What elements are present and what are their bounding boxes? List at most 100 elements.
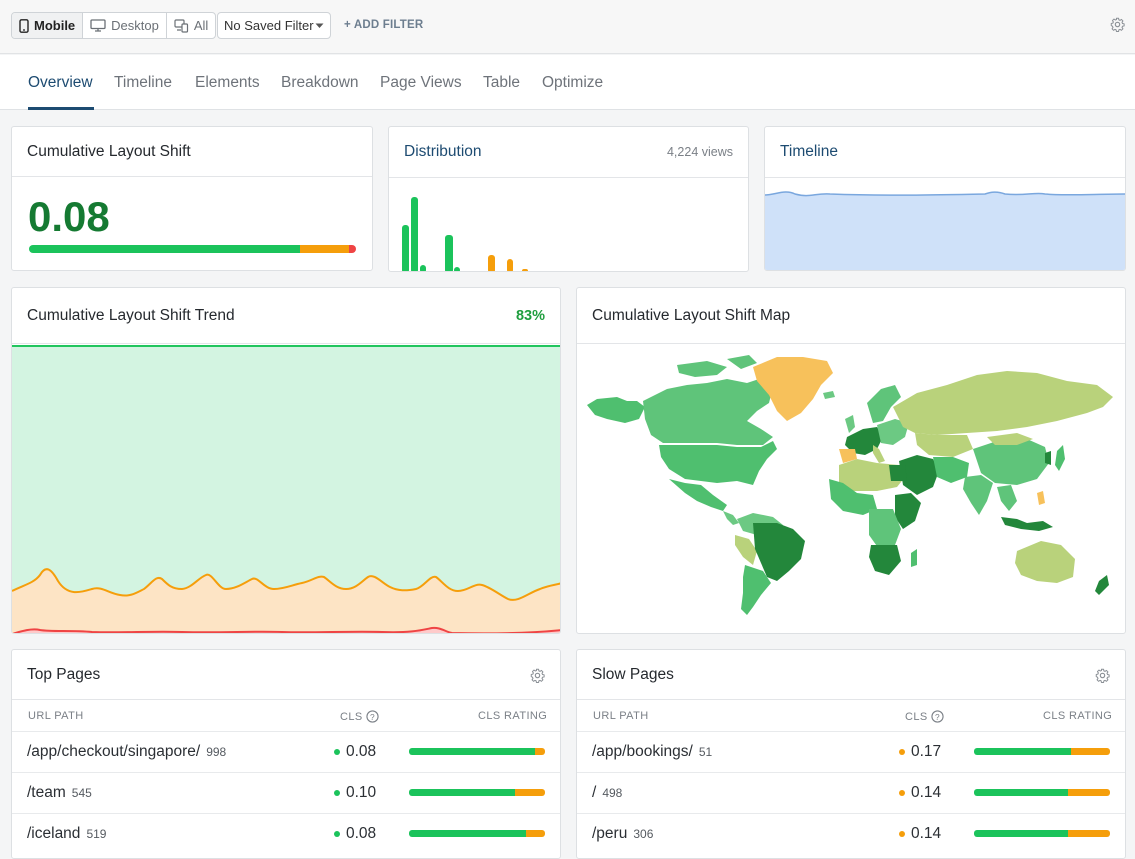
page-view-count: 998 <box>206 745 227 759</box>
url-path[interactable]: / 498 <box>592 784 622 802</box>
map-region-madagascar <box>911 549 917 567</box>
cls-value: 0.08 <box>346 825 377 842</box>
url-path-text: /peru <box>592 825 628 842</box>
tab-bar: Overview Timeline Elements Breakdown Pag… <box>0 55 1135 110</box>
page-view-count: 306 <box>633 827 654 841</box>
saved-filter-select[interactable]: No Saved Filter <box>217 12 331 39</box>
map-region-egypt <box>889 465 907 481</box>
tab-timeline[interactable]: Timeline <box>114 74 172 92</box>
status-dot <box>334 790 340 796</box>
top-pages-card: Top Pages URL PATH CLS ? CLS RATING /app… <box>11 649 561 859</box>
table-row[interactable]: /peru 306 0.14 <box>577 813 1125 854</box>
top-pages-title: Top Pages <box>27 666 101 683</box>
table-row[interactable]: /iceland 519 0.08 <box>12 813 560 854</box>
url-path[interactable]: /peru 306 <box>592 825 653 843</box>
rating-needs-segment <box>1070 748 1110 755</box>
timeline-card[interactable]: Timeline <box>764 126 1126 271</box>
device-option-all[interactable]: All <box>167 13 215 38</box>
page-view-count: 545 <box>71 786 92 800</box>
url-path[interactable]: /app/bookings/51 <box>592 743 712 761</box>
tab-breakdown[interactable]: Breakdown <box>281 74 359 92</box>
map-region-new-zealand <box>1095 575 1109 595</box>
help-icon[interactable]: ? <box>930 710 944 723</box>
device-label-desktop: Desktop <box>111 18 159 33</box>
map-region-greenland <box>753 357 833 421</box>
device-selector: Mobile Desktop All <box>11 12 217 39</box>
map-region-east-africa <box>895 493 921 529</box>
tab-overview[interactable]: Overview <box>28 74 93 92</box>
map-region-japan <box>1055 445 1065 471</box>
column-header-cls[interactable]: CLS ? <box>340 710 379 723</box>
card-header: Cumulative Layout Shift Trend 83% <box>12 288 560 344</box>
url-path[interactable]: /iceland 519 <box>27 825 106 843</box>
tab-page-views[interactable]: Page Views <box>380 74 462 92</box>
top-toolbar: Mobile Desktop All No Saved Filter + ADD… <box>0 0 1135 54</box>
histogram-bar <box>445 235 453 271</box>
device-option-desktop[interactable]: Desktop <box>83 13 167 38</box>
column-header-cls[interactable]: CLS ? <box>905 710 944 723</box>
table-row[interactable]: /app/checkout/singapore/998 0.08 <box>12 731 560 772</box>
tab-elements[interactable]: Elements <box>195 74 260 92</box>
slow-pages-settings-icon[interactable] <box>1095 668 1110 683</box>
rating-needs-segment <box>515 789 545 796</box>
table-row[interactable]: /app/bookings/51 0.17 <box>577 731 1125 772</box>
top-pages-settings-icon[interactable] <box>530 668 545 683</box>
rating-good-segment <box>29 245 301 253</box>
card-header: Cumulative Layout Shift <box>12 127 372 177</box>
svg-text:?: ? <box>935 712 940 722</box>
map-region-india <box>963 475 993 515</box>
rating-good-segment <box>974 748 1071 755</box>
rating-good-segment <box>409 748 536 755</box>
map-region-philippines <box>1037 491 1045 505</box>
device-option-mobile[interactable]: Mobile <box>12 13 84 38</box>
cls-summary-card: Cumulative Layout Shift 0.08 <box>11 126 373 271</box>
tab-table[interactable]: Table <box>483 74 520 92</box>
distribution-card[interactable]: Distribution 4,224 views <box>388 126 749 272</box>
table-row[interactable]: / 498 0.14 <box>577 772 1125 813</box>
help-icon[interactable]: ? <box>365 710 379 723</box>
world-choropleth-map <box>587 355 1113 615</box>
url-path[interactable]: /team 545 <box>27 784 92 802</box>
status-dot <box>334 749 340 755</box>
rating-good-segment <box>974 789 1068 796</box>
cls-card-title: Cumulative Layout Shift <box>27 143 191 160</box>
cls-map-card: Cumulative Layout Shift Map <box>576 287 1126 634</box>
rating-needs-segment <box>300 245 350 253</box>
devices-icon <box>174 18 188 33</box>
url-path-text: /app/checkout/singapore/ <box>27 743 201 760</box>
distribution-histogram <box>402 197 528 271</box>
url-path[interactable]: /app/checkout/singapore/998 <box>27 743 226 761</box>
tab-optimize[interactable]: Optimize <box>542 74 603 92</box>
map-title: Cumulative Layout Shift Map <box>592 307 791 324</box>
trend-title: Cumulative Layout Shift Trend <box>27 307 235 324</box>
svg-text:?: ? <box>370 712 375 722</box>
page-view-count: 498 <box>602 786 623 800</box>
device-label-mobile: Mobile <box>34 18 76 33</box>
mobile-icon <box>19 18 29 33</box>
settings-gear-icon[interactable] <box>1110 17 1125 32</box>
rating-good-segment <box>409 789 516 796</box>
map-region-russia <box>893 371 1113 435</box>
cls-rating-bar <box>974 748 1110 755</box>
column-header-url-path: URL PATH <box>593 710 649 722</box>
timeline-title: Timeline <box>780 143 838 160</box>
trend-stacked-area-chart <box>12 345 560 633</box>
active-tab-indicator <box>28 107 94 110</box>
map-region-indonesia <box>1001 517 1053 531</box>
timeline-area <box>765 192 1125 270</box>
cls-value: 0.14 <box>911 825 942 842</box>
map-region-australia <box>1015 541 1075 583</box>
rating-good-segment <box>409 830 526 837</box>
add-filter-button[interactable]: + ADD FILTER <box>344 19 423 31</box>
map-region-alaska <box>587 397 645 423</box>
cls-value: 0.17 <box>911 743 942 760</box>
cls-rating-bar <box>409 748 545 755</box>
cls-rating-bar <box>29 245 356 253</box>
table-row[interactable]: /team 545 0.10 <box>12 772 560 813</box>
cls-trend-card: Cumulative Layout Shift Trend 83% <box>11 287 561 634</box>
cls-value: 0.14 <box>911 784 942 801</box>
card-header: Cumulative Layout Shift Map <box>577 288 1125 344</box>
map-region-canada <box>643 379 773 445</box>
map-region-usa <box>659 441 777 485</box>
slow-pages-title: Slow Pages <box>592 666 674 683</box>
